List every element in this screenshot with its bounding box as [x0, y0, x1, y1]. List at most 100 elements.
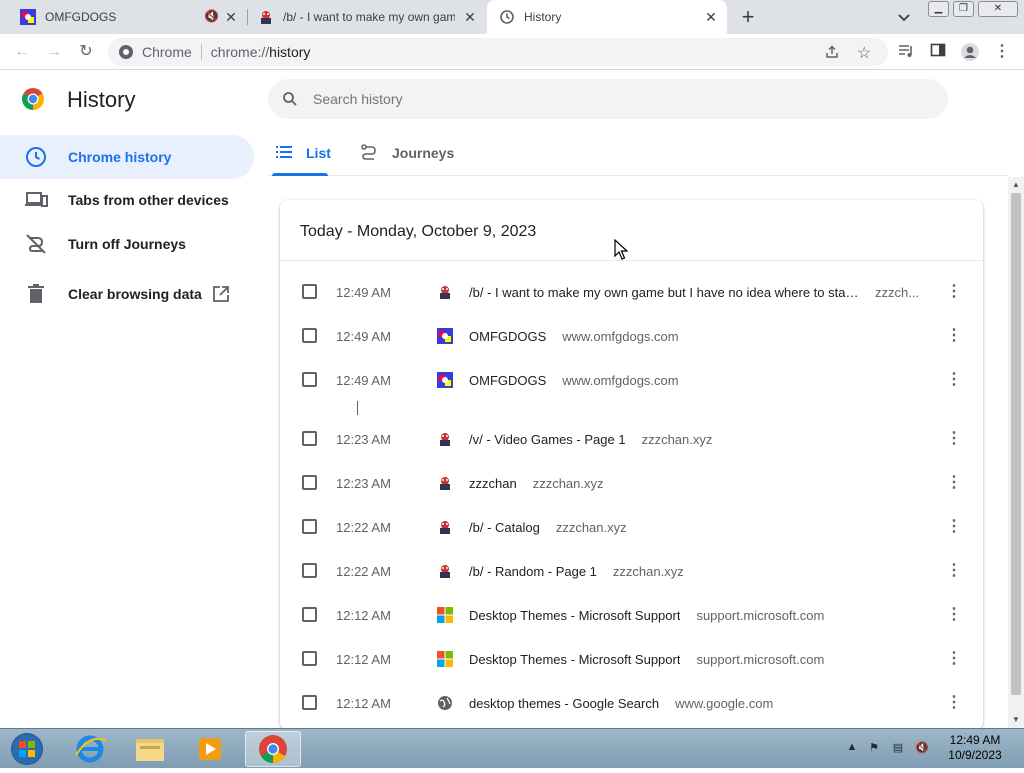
tab-zzzchan[interactable]: /b/ - I want to make my own game ✕: [248, 0, 486, 34]
row-link[interactable]: /b/ - Catalog zzzchan.xyz: [469, 520, 627, 535]
side-panel-icon[interactable]: [928, 42, 948, 62]
tab-list[interactable]: List: [272, 130, 331, 176]
address-bar[interactable]: Chrome chrome://history ☆: [108, 38, 888, 66]
more-actions-icon[interactable]: ⋮: [944, 517, 964, 537]
row-checkbox[interactable]: [302, 284, 317, 299]
row-checkbox[interactable]: [302, 475, 317, 490]
sidebar-item-tabs-other-devices[interactable]: Tabs from other devices: [0, 178, 254, 222]
system-clock[interactable]: 12:49 AM 10/9/2023: [940, 733, 1010, 763]
tab-omfgdogs[interactable]: OMFGDOGS 🔇 ✕: [0, 0, 247, 34]
close-tab-icon[interactable]: ✕: [223, 9, 239, 25]
page-title-link[interactable]: zzzchan: [469, 476, 517, 491]
history-row[interactable]: 12:12 AM Desktop Themes - Microsoft Suppo…: [280, 637, 983, 681]
tab-title: OMFGDOGS: [45, 10, 117, 24]
sidebar-item-clear-browsing-data[interactable]: Clear browsing data: [0, 272, 254, 316]
page-domain: www.omfgdogs.com: [562, 328, 679, 344]
row-checkbox[interactable]: [302, 328, 317, 343]
internet-explorer-icon[interactable]: [62, 731, 118, 767]
search-history-bar[interactable]: [268, 79, 948, 119]
reload-icon[interactable]: ↻: [76, 42, 96, 62]
scrollbar-thumb[interactable]: [1011, 193, 1021, 695]
row-link[interactable]: OMFGDOGS www.omfgdogs.com: [469, 329, 679, 344]
history-row[interactable]: 12:22 AM/b/ - Catalog zzzchan.xyz ⋮: [280, 505, 983, 549]
search-input[interactable]: [313, 91, 873, 107]
scroll-down-icon[interactable]: ▼: [1008, 712, 1024, 728]
more-actions-icon[interactable]: ⋮: [944, 370, 964, 390]
row-checkbox[interactable]: [302, 431, 317, 446]
history-row[interactable]: 12:49 AM OMFGDOGS www.omfgdogs.com ⋮: [280, 358, 983, 402]
volume-muted-icon[interactable]: 🔇: [914, 741, 930, 757]
page-title-link[interactable]: OMFGDOGS: [469, 329, 546, 344]
row-link[interactable]: desktop themes - Google Search www.google…: [469, 696, 773, 711]
row-checkbox[interactable]: [302, 372, 317, 387]
menu-kebab-icon[interactable]: ⋮: [992, 42, 1012, 62]
row-checkbox[interactable]: [302, 695, 317, 710]
more-actions-icon[interactable]: ⋮: [944, 429, 964, 449]
history-row[interactable]: 12:23 AM/v/ - Video Games - Page 1 zzzcha…: [280, 417, 983, 461]
history-row[interactable]: 12:12 AM desktop themes - Google Search ww…: [280, 681, 983, 725]
page-title-link[interactable]: /b/ - Catalog: [469, 520, 540, 535]
close-tab-icon[interactable]: ✕: [462, 9, 478, 25]
page-scrollbar[interactable]: ▲ ▼: [1008, 177, 1024, 728]
media-player-icon[interactable]: [182, 731, 238, 767]
row-link[interactable]: /b/ - Random - Page 1 zzzchan.xyz: [469, 564, 684, 579]
more-actions-icon[interactable]: ⋮: [944, 561, 964, 581]
more-actions-icon[interactable]: ⋮: [944, 473, 964, 493]
close-window-button[interactable]: ✕: [978, 1, 1018, 17]
maximize-button[interactable]: ❐: [953, 1, 974, 17]
minimize-button[interactable]: ▁: [928, 1, 949, 17]
row-link[interactable]: Desktop Themes - Microsoft Support suppor…: [469, 652, 824, 667]
row-link[interactable]: Desktop Themes - Microsoft Support suppor…: [469, 608, 824, 623]
forward-icon[interactable]: →: [44, 42, 64, 62]
tab-journeys-label: Journeys: [392, 145, 455, 161]
start-button[interactable]: [8, 731, 46, 767]
zzzchan-icon: [258, 9, 274, 25]
scroll-up-icon[interactable]: ▲: [1008, 177, 1024, 193]
row-link[interactable]: /v/ - Video Games - Page 1 zzzchan.xyz: [469, 432, 712, 447]
more-actions-icon[interactable]: ⋮: [944, 649, 964, 669]
tab-history[interactable]: History ✕: [487, 0, 727, 34]
history-row[interactable]: 12:49 AM/b/ - I want to make my own game…: [280, 270, 983, 314]
page-title-link[interactable]: Desktop Themes - Microsoft Support: [469, 608, 680, 623]
chevron-down-icon[interactable]: [896, 9, 912, 25]
more-actions-icon[interactable]: ⋮: [944, 693, 964, 713]
row-link[interactable]: OMFGDOGS www.omfgdogs.com: [469, 373, 679, 388]
media-controls-icon[interactable]: [896, 42, 916, 62]
history-row[interactable]: 12:49 AM OMFGDOGS www.omfgdogs.com ⋮: [280, 314, 983, 358]
row-link[interactable]: /b/ - I want to make my own game but I h…: [469, 285, 919, 300]
bookmark-star-icon[interactable]: ☆: [857, 43, 871, 63]
close-tab-icon[interactable]: ✕: [703, 9, 719, 25]
new-tab-icon[interactable]: +: [737, 6, 759, 28]
network-icon[interactable]: ▤: [890, 741, 906, 757]
page-title-link[interactable]: /b/ - Random - Page 1: [469, 564, 597, 579]
action-center-flag-icon[interactable]: ⚑: [866, 741, 882, 757]
share-icon[interactable]: [824, 44, 840, 63]
row-checkbox[interactable]: [302, 651, 317, 666]
row-checkbox[interactable]: [302, 563, 317, 578]
more-actions-icon[interactable]: ⋮: [944, 605, 964, 625]
speaker-muted-icon[interactable]: 🔇: [204, 9, 219, 23]
more-actions-icon[interactable]: ⋮: [944, 282, 964, 302]
sidebar-item-chrome-history[interactable]: Chrome history: [0, 135, 254, 179]
row-checkbox[interactable]: [302, 519, 317, 534]
page-title-link[interactable]: /b/ - I want to make my own game but I h…: [469, 285, 859, 300]
history-row[interactable]: 12:12 AM Desktop Themes - Microsoft Suppo…: [280, 593, 983, 637]
page-title-link[interactable]: Desktop Themes - Microsoft Support: [469, 652, 680, 667]
tab-journeys[interactable]: Journeys: [360, 130, 460, 176]
show-hidden-icons-icon[interactable]: ▲: [844, 741, 860, 757]
history-row[interactable]: 12:22 AM/b/ - Random - Page 1 zzzchan.xyz…: [280, 549, 983, 593]
row-checkbox[interactable]: [302, 607, 317, 622]
row-link[interactable]: zzzchan zzzchan.xyz: [469, 476, 604, 491]
tab-list-label: List: [306, 145, 331, 161]
file-explorer-icon[interactable]: [122, 731, 178, 767]
back-icon[interactable]: ←: [12, 42, 32, 62]
page-title-link[interactable]: /v/ - Video Games - Page 1: [469, 432, 626, 447]
history-row[interactable]: 12:23 AM zzzchan zzzchan.xyz ⋮: [280, 461, 983, 505]
more-actions-icon[interactable]: ⋮: [944, 326, 964, 346]
visit-time: 12:49 AM: [336, 328, 391, 344]
profile-avatar-icon[interactable]: [960, 42, 980, 62]
page-title-link[interactable]: desktop themes - Google Search: [469, 696, 659, 711]
page-title-link[interactable]: OMFGDOGS: [469, 373, 546, 388]
sidebar-item-turn-off-journeys[interactable]: Turn off Journeys: [0, 222, 254, 266]
chrome-taskbar-button[interactable]: [245, 731, 301, 767]
